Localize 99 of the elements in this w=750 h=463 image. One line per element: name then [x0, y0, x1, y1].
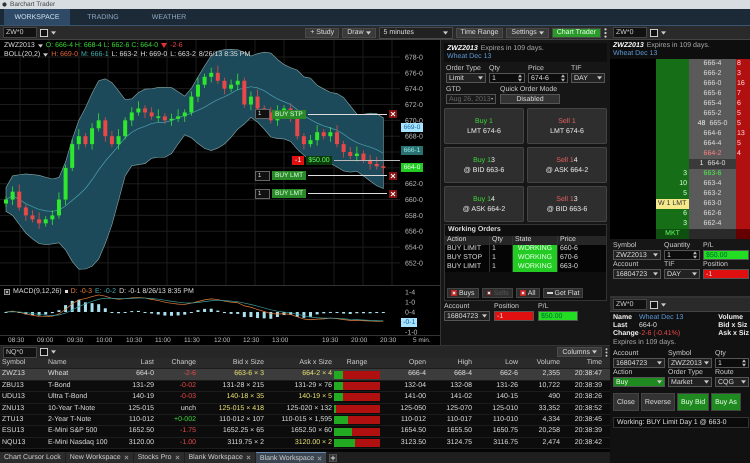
spinner-arrows-icon[interactable] [693, 251, 697, 259]
caret-icon [653, 272, 658, 276]
caret-icon [692, 272, 697, 276]
candle [229, 79, 234, 92]
bid-size-cell[interactable] [656, 59, 689, 69]
color-swatch-icon[interactable] [650, 28, 658, 36]
candle [24, 204, 28, 222]
candle [116, 128, 121, 150]
candle [4, 196, 8, 208]
candle [335, 124, 339, 148]
candle [90, 122, 94, 150]
candle [76, 128, 81, 150]
candle [209, 67, 214, 83]
add-tab-icon[interactable] [329, 454, 338, 462]
candle [110, 130, 114, 148]
candle [123, 116, 128, 140]
candle [328, 126, 332, 142]
candle [162, 112, 167, 124]
candle [17, 184, 22, 212]
candle [143, 104, 148, 118]
candle [156, 108, 160, 122]
candle [381, 162, 386, 174]
candle [248, 91, 253, 110]
caret-icon [661, 30, 666, 34]
candle [308, 134, 313, 148]
position-line [334, 160, 400, 162]
spinner-arrows-icon[interactable] [742, 359, 746, 367]
candle [170, 113, 174, 126]
candle [56, 192, 61, 219]
caret-icon [741, 380, 746, 384]
caret-icon [657, 361, 662, 365]
candle [136, 100, 140, 116]
cancel-icon [486, 290, 492, 296]
spinner-arrows-icon[interactable] [561, 74, 565, 82]
candle [342, 140, 346, 158]
caret-icon [653, 253, 658, 257]
order-line[interactable] [308, 175, 387, 176]
candle [322, 128, 326, 140]
order-line[interactable] [308, 114, 387, 115]
candle [182, 108, 187, 122]
candle [354, 146, 359, 162]
caret-icon [661, 302, 666, 306]
candle [189, 91, 194, 116]
caret-icon [592, 350, 597, 354]
candle [222, 77, 226, 95]
market-ask-cell[interactable] [736, 229, 750, 239]
candle [374, 156, 379, 170]
market-price-cell[interactable] [689, 229, 736, 239]
candle [10, 186, 15, 206]
caret-icon [704, 380, 709, 384]
candle [83, 132, 88, 148]
candle [103, 116, 108, 142]
color-swatch-icon[interactable] [650, 300, 658, 308]
app-icon [2, 2, 7, 7]
caret-icon [478, 76, 483, 80]
candle [196, 77, 200, 103]
candle [64, 164, 68, 206]
candle [302, 132, 306, 150]
candle [44, 216, 48, 227]
candle [315, 124, 320, 146]
candle [361, 150, 366, 164]
candle [348, 146, 352, 160]
candle [37, 212, 42, 230]
spinner-arrows-icon[interactable] [518, 74, 522, 82]
order-line[interactable] [308, 193, 387, 194]
caret-icon [482, 314, 487, 318]
caret-icon [51, 30, 56, 34]
cancel-order-icon[interactable] [389, 110, 397, 118]
cancel-order-icon[interactable] [389, 190, 397, 198]
more-options-icon[interactable] [604, 28, 607, 38]
caret-icon [657, 380, 662, 384]
down-triangle-icon [161, 43, 168, 48]
candle [30, 210, 34, 223]
cancel-order-icon[interactable] [389, 172, 397, 180]
candle [176, 108, 180, 122]
candle [202, 73, 207, 88]
square-icon [64, 290, 68, 293]
caret-icon [490, 97, 493, 101]
color-swatch-icon[interactable] [40, 348, 48, 356]
cancel-icon [451, 290, 457, 296]
candle [150, 106, 154, 120]
caret-icon [442, 30, 448, 34]
caret-icon [538, 30, 544, 34]
candle [216, 65, 220, 84]
caret-icon [704, 361, 709, 365]
caret-icon [597, 76, 602, 80]
candle [236, 73, 240, 91]
color-swatch-icon[interactable] [40, 28, 48, 36]
cancel-icon [520, 290, 526, 296]
candle [70, 138, 74, 172]
more-options-icon[interactable] [605, 348, 608, 356]
close-icon[interactable] [4, 288, 10, 294]
minus-icon [546, 290, 553, 296]
candle [96, 112, 101, 132]
candle [130, 106, 134, 126]
caret-icon [366, 30, 371, 34]
caret-icon [51, 350, 56, 354]
candle [50, 210, 54, 226]
candle [242, 77, 246, 108]
